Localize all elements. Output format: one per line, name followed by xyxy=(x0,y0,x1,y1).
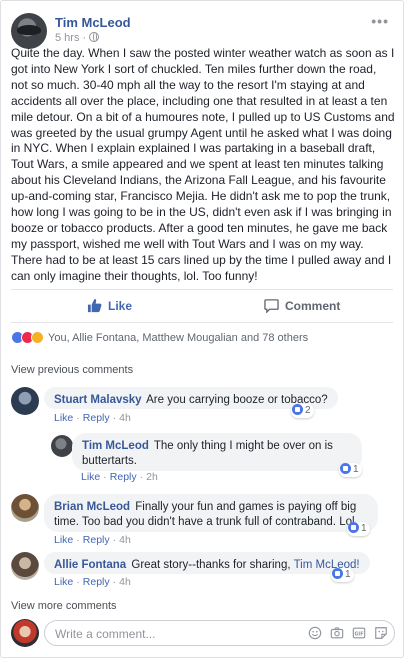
comment: Brian McLeod Finally your fun and games … xyxy=(11,494,395,546)
comment-actions: Like · Reply · 2h xyxy=(81,471,158,483)
comment-like-link[interactable]: Like xyxy=(54,576,73,588)
commenter-name[interactable]: Allie Fontana xyxy=(54,559,126,571)
like-count-value: 1 xyxy=(361,523,367,534)
comment-like-link[interactable]: Like xyxy=(54,412,73,424)
like-badge-icon xyxy=(340,463,351,474)
post-card: Tim McLeod 5 hrs · ••• Quite the day. Wh… xyxy=(0,0,404,658)
comment: Allie Fontana Great story--thanks for sh… xyxy=(11,552,395,592)
comment-reply-link[interactable]: Reply xyxy=(83,412,110,424)
comment-reply-link[interactable]: Reply xyxy=(110,471,137,483)
comment-bubble: Allie Fontana Great story--thanks for sh… xyxy=(44,552,370,574)
sticker-icon[interactable] xyxy=(374,626,388,640)
commenter-avatar[interactable] xyxy=(11,387,39,415)
like-badge-icon xyxy=(292,404,303,415)
like-count-value: 2 xyxy=(305,405,311,416)
comment-button[interactable]: Comment xyxy=(264,298,341,314)
comment-like-count[interactable]: 2 xyxy=(291,404,314,418)
commenter-name[interactable]: Brian McLeod xyxy=(54,501,130,513)
gif-icon[interactable]: GIF xyxy=(352,626,366,640)
post-meta: 5 hrs · xyxy=(55,32,100,44)
post-time[interactable]: 5 hrs xyxy=(55,32,79,44)
emoji-icon[interactable] xyxy=(308,626,322,640)
comment-actions: Like · Reply · 4h xyxy=(54,412,131,424)
comment-icon xyxy=(264,299,279,314)
comment-reply-link[interactable]: Reply xyxy=(83,534,110,546)
comment-like-link[interactable]: Like xyxy=(81,471,100,483)
comment-reply: Tim McLeod The only thing I might be ove… xyxy=(51,433,385,485)
thumbs-up-icon xyxy=(87,298,102,313)
comment-bubble: Tim McLeod The only thing I might be ove… xyxy=(72,433,362,471)
like-count-value: 1 xyxy=(353,464,359,475)
comment-input-box[interactable]: GIF xyxy=(44,620,395,646)
comment-actions: Like · Reply · 4h xyxy=(54,576,131,588)
globe-icon xyxy=(89,32,100,42)
reactions-text: You, Allie Fontana, Matthew Mougalian an… xyxy=(48,332,309,344)
author-avatar[interactable] xyxy=(11,13,47,49)
composer-tools: GIF xyxy=(300,626,388,640)
post-actions: Like Comment xyxy=(11,289,393,323)
comment-like-count[interactable]: 1 xyxy=(331,568,354,582)
like-count-value: 1 xyxy=(345,569,351,580)
commenter-avatar[interactable] xyxy=(11,494,39,522)
comment-like-count[interactable]: 1 xyxy=(347,522,370,536)
comment-time[interactable]: 2h xyxy=(146,471,158,483)
current-user-avatar xyxy=(11,619,39,647)
camera-icon[interactable] xyxy=(330,626,344,640)
view-previous-comments[interactable]: View previous comments xyxy=(11,364,133,376)
comment-like-count[interactable]: 1 xyxy=(339,463,362,477)
post-body: Quite the day. When I saw the posted win… xyxy=(11,46,395,283)
author-name[interactable]: Tim McLeod xyxy=(55,15,131,30)
comment-like-link[interactable]: Like xyxy=(54,534,73,546)
comment: Stuart Malavsky Are you carrying booze o… xyxy=(11,387,395,427)
like-button[interactable]: Like xyxy=(87,298,132,313)
comment-label: Comment xyxy=(285,299,341,313)
like-badge-icon xyxy=(332,568,343,579)
commenter-name[interactable]: Stuart Malavsky xyxy=(54,394,142,406)
comment-time[interactable]: 4h xyxy=(119,576,131,588)
comment-actions: Like · Reply · 4h xyxy=(54,534,131,546)
comment-time[interactable]: 4h xyxy=(119,534,131,546)
commenter-avatar[interactable] xyxy=(11,552,39,580)
more-options-icon[interactable]: ••• xyxy=(371,13,389,29)
comment-reply-link[interactable]: Reply xyxy=(83,576,110,588)
comment-bubble: Brian McLeod Finally your fun and games … xyxy=(44,494,378,532)
commenter-name[interactable]: Tim McLeod xyxy=(82,440,149,452)
commenter-avatar[interactable] xyxy=(51,435,73,457)
svg-text:GIF: GIF xyxy=(355,631,364,637)
comment-time[interactable]: 4h xyxy=(119,412,131,424)
like-label: Like xyxy=(108,299,133,313)
reactions-summary[interactable]: You, Allie Fontana, Matthew Mougalian an… xyxy=(11,331,308,347)
comment-text: Great story--thanks for sharing, xyxy=(131,559,291,571)
post-header: Tim McLeod 5 hrs · ••• xyxy=(11,11,393,49)
haha-reaction-icon xyxy=(31,331,44,344)
view-more-comments[interactable]: View more comments xyxy=(11,600,117,612)
comment-composer: GIF xyxy=(11,618,395,648)
comment-input[interactable] xyxy=(55,625,285,642)
like-badge-icon xyxy=(348,522,359,533)
